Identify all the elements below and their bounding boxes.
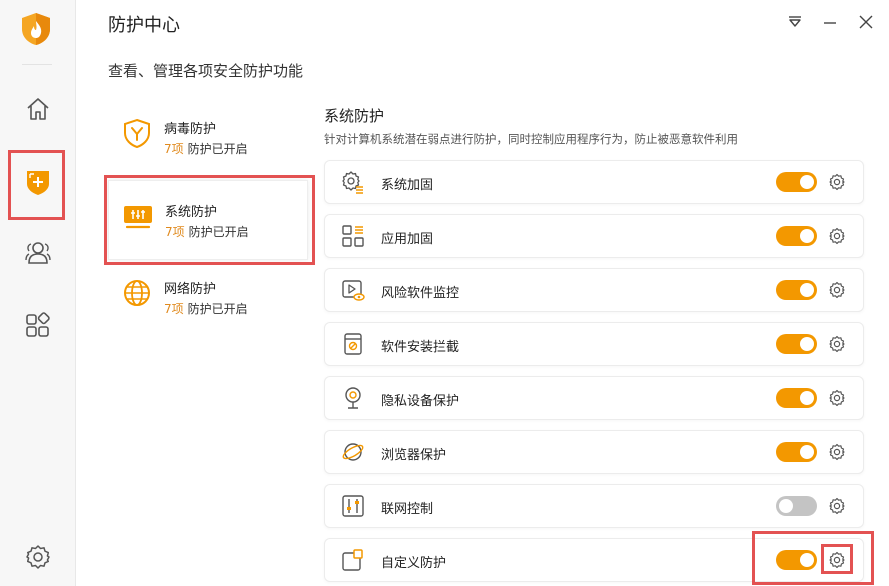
toggle-knob	[800, 283, 814, 297]
feature-label: 隐私设备保护	[381, 394, 460, 409]
rail-item-users[interactable]	[0, 225, 76, 279]
feature-label: 联网控制	[381, 502, 434, 517]
category-network-protection[interactable]: 网络防护 7项 防护已开启	[108, 258, 308, 338]
feature-row-privacy-device: 隐私设备保护	[324, 376, 864, 420]
minimize-icon	[824, 22, 836, 24]
settings-gear-icon[interactable]	[828, 227, 846, 245]
settings-gear-icon[interactable]	[828, 389, 846, 407]
toggle-knob	[779, 499, 793, 513]
toggle-knob	[800, 337, 814, 351]
feature-toggle[interactable]	[776, 496, 817, 516]
feature-row-system-hardening: 系统加固	[324, 160, 864, 204]
feature-row-network-control: 联网控制	[324, 484, 864, 528]
settings-gear-icon[interactable]	[828, 173, 846, 191]
toggle-knob	[800, 445, 814, 459]
category-name: 网络防护	[164, 282, 217, 297]
virus-shield-icon	[124, 118, 150, 148]
category-status: 7项 防护已开启	[165, 223, 249, 240]
feature-label: 浏览器保护	[381, 448, 447, 463]
settings-gear-icon[interactable]	[828, 497, 846, 515]
category-virus-protection[interactable]: 病毒防护 7项 防护已开启	[108, 98, 308, 178]
browser-planet-icon	[342, 443, 364, 461]
feature-toggle[interactable]	[776, 442, 817, 462]
toggle-knob	[800, 553, 814, 567]
section-title: 系统防护	[324, 107, 385, 125]
play-eye-icon	[342, 280, 365, 301]
category-status-text: 防护已开启	[187, 142, 248, 156]
feature-label: 风险软件监控	[381, 286, 460, 301]
settings-gear-icon[interactable]	[828, 281, 846, 299]
feature-toggle[interactable]	[776, 550, 817, 570]
apps-grid-icon	[26, 312, 50, 337]
dropdown-menu-icon	[789, 16, 801, 27]
gear-list-icon	[342, 171, 363, 194]
category-status: 7项 防护已开启	[164, 140, 248, 157]
home-icon	[27, 98, 49, 120]
rail-item-protection[interactable]	[0, 155, 76, 209]
feature-row-install-blocking: 软件安装拦截	[324, 322, 864, 366]
feature-label: 系统加固	[381, 178, 434, 193]
feature-row-custom-protection: 自定义防护	[324, 538, 864, 582]
section-description: 针对计算机系统潜在弱点进行防护，同时控制应用程序行为，防止被恶意软件利用	[324, 132, 738, 146]
category-status: 7项 防护已开启	[164, 300, 248, 317]
category-count: 7项	[165, 225, 185, 239]
rail-item-settings[interactable]	[0, 530, 76, 584]
close-icon	[859, 15, 873, 29]
feature-label: 应用加固	[381, 232, 434, 247]
gear-icon	[26, 545, 50, 569]
webcam-icon	[345, 387, 361, 409]
app-logo-icon	[22, 13, 50, 45]
globe-icon	[124, 280, 150, 306]
toggle-knob	[800, 391, 814, 405]
page-title: 防护中心	[108, 15, 180, 36]
feature-toggle[interactable]	[776, 280, 817, 300]
category-count: 7项	[164, 302, 184, 316]
grid-list-icon	[342, 225, 364, 247]
settings-gear-icon[interactable]	[828, 551, 846, 569]
feature-row-app-hardening: 应用加固	[324, 214, 864, 258]
feature-toggle[interactable]	[776, 334, 817, 354]
settings-gear-icon[interactable]	[828, 335, 846, 353]
feature-toggle[interactable]	[776, 172, 817, 192]
feature-row-browser-protection: 浏览器保护	[324, 430, 864, 474]
feature-toggle[interactable]	[776, 226, 817, 246]
package-block-icon	[344, 333, 362, 355]
rail-divider	[22, 64, 52, 65]
feature-label: 自定义防护	[381, 556, 447, 571]
feature-row-risky-software-monitor: 风险软件监控	[324, 268, 864, 312]
users-icon	[25, 242, 51, 264]
toggle-knob	[800, 175, 814, 189]
menu-button[interactable]	[785, 12, 805, 32]
category-name: 系统防护	[165, 205, 218, 220]
category-system-protection[interactable]: 系统防护 7项 防护已开启	[108, 180, 308, 260]
page-subtitle: 查看、管理各项安全防护功能	[108, 62, 304, 80]
system-monitor-icon	[124, 206, 152, 229]
category-name: 病毒防护	[164, 122, 217, 137]
rail-item-apps[interactable]	[0, 298, 76, 352]
toggle-knob	[800, 229, 814, 243]
category-status-text: 防护已开启	[188, 225, 249, 239]
feature-label: 软件安装拦截	[381, 340, 460, 355]
sliders-icon	[342, 495, 364, 517]
custom-window-icon	[342, 549, 363, 571]
rail-item-home[interactable]	[0, 82, 76, 136]
close-button[interactable]	[856, 12, 876, 32]
category-status-text: 防护已开启	[187, 302, 248, 316]
minimize-button[interactable]	[820, 12, 840, 32]
shield-plus-icon	[27, 171, 49, 195]
category-count: 7项	[164, 142, 184, 156]
feature-toggle[interactable]	[776, 388, 817, 408]
left-rail	[0, 0, 76, 586]
settings-gear-icon[interactable]	[828, 443, 846, 461]
